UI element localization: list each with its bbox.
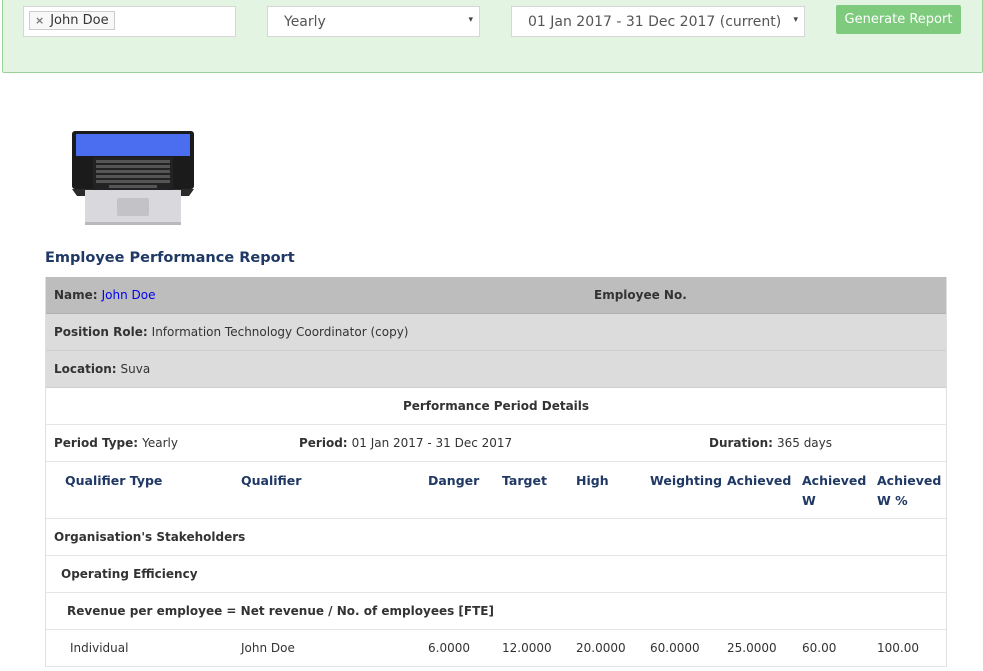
position-role-label: Position Role:	[54, 325, 148, 339]
achieved-w-pct-cell: 100.00	[877, 641, 919, 655]
target-cell: 12.0000	[502, 641, 552, 655]
report-title: Employee Performance Report	[45, 250, 295, 266]
performance-report-table: Name: John Doe Employee No. Position Rol…	[45, 277, 947, 667]
subgroup-label: Operating Efficiency	[61, 567, 198, 581]
period-range-value: 01 Jan 2017 - 31 Dec 2017 (current)	[528, 13, 782, 30]
column-header: Weighting	[650, 473, 723, 488]
weighting-cell: 60.0000	[650, 641, 700, 655]
employee-chip-label: John Doe	[50, 13, 109, 28]
generate-report-button[interactable]: Generate Report	[836, 5, 961, 34]
danger-cell: 6.0000	[428, 641, 470, 655]
period-info-row: Period Type: Yearly Period: 01 Jan 2017 …	[46, 425, 946, 462]
report-filter-bar: × John Doe Yearly ▾ 01 Jan 2017 - 31 Dec…	[2, 0, 983, 73]
high-cell: 20.0000	[576, 641, 626, 655]
column-header: Achieved W	[802, 473, 867, 508]
column-header: Danger	[428, 473, 480, 488]
column-header: Achieved	[727, 473, 792, 488]
period-label: Period:	[299, 436, 348, 450]
position-role-value: Information Technology Coordinator (copy…	[151, 325, 409, 339]
subgroup-row: Operating Efficiency	[46, 556, 946, 593]
period-type-label: Period Type:	[54, 436, 139, 450]
employee-no-label: Employee No.	[594, 288, 687, 302]
achieved-cell: 25.0000	[727, 641, 777, 655]
location-row: Location: Suva	[46, 351, 946, 388]
period-details-heading: Performance Period Details	[402, 399, 590, 413]
duration-label: Duration:	[709, 436, 773, 450]
group-label: Organisation's Stakeholders	[54, 530, 246, 544]
employee-name-row: Name: John Doe Employee No.	[46, 277, 946, 314]
table-header-row: Qualifier Type Qualifier Danger Target H…	[46, 462, 946, 519]
name-label: Name:	[54, 288, 98, 302]
group-row: Organisation's Stakeholders	[46, 519, 946, 556]
period-type-value: Yearly	[284, 13, 326, 30]
period-type-select[interactable]: Yearly ▾	[267, 6, 480, 37]
employee-chip[interactable]: × John Doe	[29, 11, 115, 30]
location-value: Suva	[120, 362, 151, 376]
period-type-text: Yearly	[142, 436, 178, 450]
period-details-row: Performance Period Details	[46, 388, 946, 425]
chevron-down-icon: ▾	[793, 15, 798, 25]
employee-name-link[interactable]: John Doe	[102, 288, 156, 302]
column-header: Qualifier	[241, 473, 302, 488]
achieved-w-cell: 60.00	[802, 641, 837, 655]
chip-remove-icon[interactable]: ×	[35, 14, 44, 27]
location-label: Location:	[54, 362, 117, 376]
column-header: Target	[502, 473, 547, 488]
employee-multi-select[interactable]: × John Doe	[23, 6, 236, 37]
measure-label: Revenue per employee = Net revenue / No.…	[67, 604, 494, 618]
chevron-down-icon: ▾	[468, 15, 473, 25]
laptop-icon	[72, 131, 194, 225]
column-header: Qualifier Type	[65, 473, 163, 488]
period-range-select[interactable]: 01 Jan 2017 - 31 Dec 2017 (current) ▾	[511, 6, 805, 37]
duration-text: 365 days	[776, 436, 833, 450]
column-header: Achieved W %	[877, 473, 942, 508]
qualifier-type-cell: Individual	[70, 641, 129, 655]
column-header: High	[576, 473, 609, 488]
qualifier-cell: John Doe	[241, 641, 295, 655]
measure-row: Revenue per employee = Net revenue / No.…	[46, 593, 946, 630]
period-text: 01 Jan 2017 - 31 Dec 2017	[351, 436, 513, 450]
table-row: Individual John Doe 6.0000 12.0000 20.00…	[46, 630, 946, 667]
position-role-row: Position Role: Information Technology Co…	[46, 314, 946, 351]
